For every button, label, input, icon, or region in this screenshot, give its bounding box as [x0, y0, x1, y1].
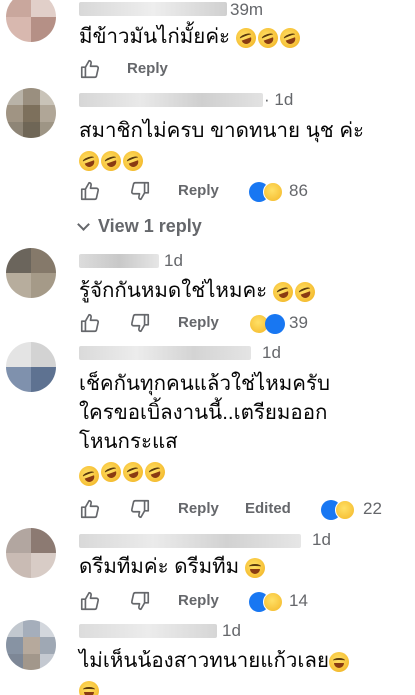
- like-icon[interactable]: [79, 498, 101, 520]
- reaction-count: 39: [289, 313, 308, 332]
- avatar[interactable]: [6, 0, 56, 42]
- grin-emoji: [329, 651, 349, 672]
- author-name[interactable]: [79, 93, 263, 107]
- comment-2: · 1d สมาชิกไม่ครบ ขาดทนาย นุช ค่ะ Reply …: [0, 88, 415, 208]
- reply-button[interactable]: Reply: [178, 182, 219, 199]
- comment-time[interactable]: 1d: [164, 251, 183, 271]
- comment-actions: Reply 39: [79, 312, 409, 336]
- reactions-summary[interactable]: 86: [249, 180, 339, 204]
- author-name[interactable]: [79, 254, 159, 268]
- reaction-count: 14: [289, 591, 308, 610]
- like-icon[interactable]: [79, 58, 101, 80]
- view-replies-button[interactable]: View 1 reply: [77, 216, 202, 237]
- comment-actions: Reply: [79, 58, 379, 82]
- haha-icon: [335, 500, 355, 520]
- haha-emoji: [120, 458, 146, 485]
- like-icon[interactable]: [79, 180, 101, 202]
- comment-text: มีข้าวมันไก่มั้ยค่ะ: [79, 22, 303, 51]
- reply-button[interactable]: Reply: [178, 592, 219, 609]
- comment-time[interactable]: 1d: [262, 343, 281, 363]
- grin-emoji: [244, 557, 265, 578]
- like-icon[interactable]: [79, 590, 101, 612]
- comment-actions: Reply Edited 22: [79, 498, 409, 522]
- dislike-icon[interactable]: [129, 590, 151, 612]
- comment-text: รู้จักกันหมดใช่ไหมคะ: [79, 276, 318, 305]
- comment-text: ไม่เห็นน้องสาวทนายแก้วเลย: [79, 646, 351, 695]
- haha-emoji: [276, 24, 303, 51]
- reaction-count: 22: [363, 499, 382, 518]
- haha-icon: [263, 592, 283, 612]
- dislike-icon[interactable]: [129, 180, 151, 202]
- reactions-summary[interactable]: 22: [321, 498, 411, 522]
- reply-button[interactable]: Reply: [127, 60, 168, 77]
- comment-actions: Reply 86: [79, 180, 409, 204]
- dislike-icon[interactable]: [129, 498, 151, 520]
- comment-time[interactable]: · 1d: [264, 90, 293, 110]
- haha-icon: [263, 182, 283, 202]
- comment-actions: Reply 14: [79, 590, 409, 614]
- comment-4: 1d เช็คกันทุกคนแล้วใช่ไหมครับ ใครขอเบิ้ล…: [0, 340, 415, 520]
- haha-emoji: [270, 278, 296, 305]
- like-icon[interactable]: [79, 312, 101, 334]
- dislike-icon[interactable]: [129, 312, 151, 334]
- avatar[interactable]: [6, 620, 56, 670]
- comment-time[interactable]: 1d: [222, 621, 241, 641]
- author-name[interactable]: [79, 534, 301, 548]
- like-icon: [265, 314, 285, 334]
- edited-label[interactable]: Edited: [245, 500, 291, 517]
- avatar[interactable]: [6, 88, 56, 138]
- grin-emoji: [79, 680, 99, 695]
- reply-button[interactable]: Reply: [178, 500, 219, 517]
- avatar[interactable]: [6, 528, 56, 578]
- haha-emoji: [254, 24, 281, 51]
- author-name[interactable]: [79, 346, 251, 360]
- reaction-count: 86: [289, 181, 308, 200]
- author-name[interactable]: [79, 624, 217, 638]
- chevron-down-icon: [77, 218, 90, 231]
- comment-5: 1d ดรีมทีมค่ะ ดรีมทีม Reply 14: [0, 524, 415, 616]
- reply-button[interactable]: Reply: [178, 314, 219, 331]
- author-name[interactable]: [79, 2, 227, 16]
- haha-emoji: [76, 462, 102, 489]
- comment-text: สมาชิกไม่ครบ ขาดทนาย นุช ค่ะ: [76, 116, 364, 174]
- comment-6: 1d ไม่เห็นน้องสาวทนายแก้วเลย: [0, 616, 415, 695]
- avatar[interactable]: [6, 342, 56, 392]
- comment-3: 1d รู้จักกันหมดใช่ไหมคะ Reply 39: [0, 246, 415, 340]
- haha-emoji: [142, 458, 168, 485]
- haha-emoji: [76, 147, 102, 174]
- haha-emoji: [120, 147, 146, 174]
- reactions-summary[interactable]: 39: [249, 312, 339, 336]
- haha-emoji: [232, 24, 259, 51]
- comment-text: ดรีมทีมค่ะ ดรีมทีม: [79, 552, 267, 581]
- comment-1: 39m มีข้าวมันไก่มั้ยค่ะ Reply: [0, 0, 415, 90]
- comment-text: เช็คกันทุกคนแล้วใช่ไหมครับ ใครขอเบิ้ลงาน…: [76, 369, 330, 489]
- comment-time[interactable]: 1d: [312, 530, 331, 550]
- haha-emoji: [98, 458, 124, 485]
- avatar[interactable]: [6, 248, 56, 298]
- comment-time[interactable]: 39m: [230, 0, 263, 20]
- haha-emoji: [292, 278, 318, 305]
- haha-emoji: [98, 147, 124, 174]
- reactions-summary[interactable]: 14: [249, 590, 339, 614]
